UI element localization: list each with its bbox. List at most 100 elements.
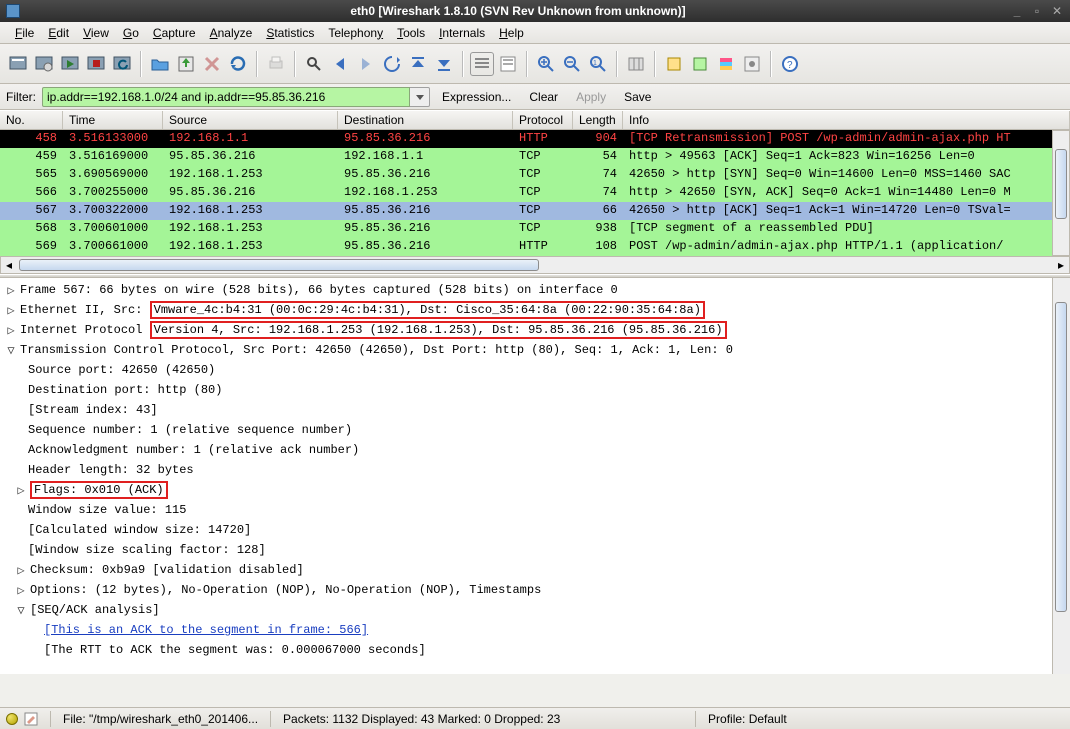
menu-capture[interactable]: Capture bbox=[146, 24, 203, 42]
filter-expression-button[interactable]: Expression... bbox=[436, 90, 517, 104]
filter-apply-button[interactable]: Apply bbox=[570, 90, 612, 104]
tree-tcp[interactable]: Transmission Control Protocol, Src Port:… bbox=[20, 343, 733, 357]
go-to-packet-icon[interactable] bbox=[380, 52, 404, 76]
packet-list-vscroll[interactable] bbox=[1052, 130, 1070, 256]
zoom-out-icon[interactable] bbox=[560, 52, 584, 76]
list-interfaces-icon[interactable] bbox=[6, 52, 30, 76]
col-info[interactable]: Info bbox=[623, 111, 1070, 129]
tree-seqack-link[interactable]: [This is an ACK to the segment in frame:… bbox=[44, 623, 368, 637]
start-capture-icon[interactable] bbox=[58, 52, 82, 76]
filter-clear-button[interactable]: Clear bbox=[523, 90, 564, 104]
resize-columns-icon[interactable] bbox=[624, 52, 648, 76]
toolbar-separator bbox=[654, 51, 656, 77]
col-len[interactable]: Length bbox=[573, 111, 623, 129]
col-proto[interactable]: Protocol bbox=[513, 111, 573, 129]
help-icon[interactable]: ? bbox=[778, 52, 802, 76]
menu-tools[interactable]: Tools bbox=[390, 24, 432, 42]
menu-analyze[interactable]: Analyze bbox=[203, 24, 260, 42]
open-file-icon[interactable] bbox=[148, 52, 172, 76]
zoom-in-icon[interactable] bbox=[534, 52, 558, 76]
packet-row[interactable]: 5653.690569000192.168.1.25395.85.36.216T… bbox=[0, 166, 1070, 184]
toolbar-separator bbox=[526, 51, 528, 77]
menu-statistics[interactable]: Statistics bbox=[259, 24, 321, 42]
go-last-icon[interactable] bbox=[432, 52, 456, 76]
menu-file[interactable]: File bbox=[8, 24, 41, 42]
toolbar-separator bbox=[256, 51, 258, 77]
status-counts: Packets: 1132 Displayed: 43 Marked: 0 Dr… bbox=[283, 712, 683, 726]
tree-checksum[interactable]: Checksum: 0xb9a9 [validation disabled] bbox=[30, 563, 304, 577]
col-dst[interactable]: Destination bbox=[338, 111, 513, 129]
tree-seqack[interactable]: [SEQ/ACK analysis] bbox=[30, 603, 160, 617]
capture-filters-icon[interactable] bbox=[662, 52, 686, 76]
menu-go[interactable]: Go bbox=[116, 24, 146, 42]
col-src[interactable]: Source bbox=[163, 111, 338, 129]
tree-srcport[interactable]: Source port: 42650 (42650) bbox=[28, 363, 215, 377]
print-icon[interactable] bbox=[264, 52, 288, 76]
packet-row[interactable]: 5673.700322000192.168.1.25395.85.36.216T… bbox=[0, 202, 1070, 220]
restart-capture-icon[interactable] bbox=[110, 52, 134, 76]
status-profile[interactable]: Profile: Default bbox=[708, 712, 787, 726]
tree-scale[interactable]: [Window size scaling factor: 128] bbox=[28, 543, 266, 557]
tree-frame[interactable]: Frame 567: 66 bytes on wire (528 bits), … bbox=[20, 283, 618, 297]
tree-calc-window[interactable]: [Calculated window size: 14720] bbox=[28, 523, 251, 537]
maximize-button[interactable]: ▫ bbox=[1030, 4, 1044, 18]
filter-bar: Filter: Expression... Clear Apply Save bbox=[0, 84, 1070, 110]
toolbar: 1 ? bbox=[0, 44, 1070, 84]
svg-text:1: 1 bbox=[593, 60, 597, 67]
tree-dstport[interactable]: Destination port: http (80) bbox=[28, 383, 222, 397]
col-time[interactable]: Time bbox=[63, 111, 163, 129]
packet-row[interactable]: 5683.700601000192.168.1.25395.85.36.216T… bbox=[0, 220, 1070, 238]
capture-options-icon[interactable] bbox=[32, 52, 56, 76]
zoom-reset-icon[interactable]: 1 bbox=[586, 52, 610, 76]
status-file: File: "/tmp/wireshark_eth0_201406... bbox=[63, 712, 258, 726]
expert-info-icon[interactable] bbox=[6, 713, 18, 725]
preferences-icon[interactable] bbox=[740, 52, 764, 76]
details-vscroll[interactable] bbox=[1052, 278, 1070, 674]
packet-list-hscroll[interactable]: ◂▸ bbox=[0, 256, 1070, 274]
tree-ack[interactable]: Acknowledgment number: 1 (relative ack n… bbox=[28, 443, 359, 457]
tree-options[interactable]: Options: (12 bytes), No-Operation (NOP),… bbox=[30, 583, 541, 597]
packet-list[interactable]: 4583.516133000192.168.1.195.85.36.216HTT… bbox=[0, 130, 1070, 256]
edit-icon[interactable] bbox=[24, 712, 38, 726]
packet-row[interactable]: 4583.516133000192.168.1.195.85.36.216HTT… bbox=[0, 130, 1070, 148]
colorize-icon[interactable] bbox=[470, 52, 494, 76]
wireshark-app-icon bbox=[6, 4, 20, 18]
reload-icon[interactable] bbox=[226, 52, 250, 76]
save-file-icon[interactable] bbox=[174, 52, 198, 76]
menu-edit[interactable]: Edit bbox=[41, 24, 76, 42]
minimize-button[interactable]: _ bbox=[1010, 4, 1024, 18]
tree-ip[interactable]: Internet Protocol Version 4, Src: 192.16… bbox=[20, 323, 727, 337]
coloring-rules-icon[interactable] bbox=[714, 52, 738, 76]
stop-capture-icon[interactable] bbox=[84, 52, 108, 76]
auto-scroll-icon[interactable] bbox=[496, 52, 520, 76]
close-file-icon[interactable] bbox=[200, 52, 224, 76]
display-filters-icon[interactable] bbox=[688, 52, 712, 76]
menu-bar: File Edit View Go Capture Analyze Statis… bbox=[0, 22, 1070, 44]
tree-flags[interactable]: Flags: 0x010 (ACK) bbox=[30, 481, 168, 499]
toolbar-separator bbox=[294, 51, 296, 77]
tree-rtt[interactable]: [The RTT to ACK the segment was: 0.00006… bbox=[44, 643, 426, 657]
toolbar-separator bbox=[140, 51, 142, 77]
tree-seq[interactable]: Sequence number: 1 (relative sequence nu… bbox=[28, 423, 352, 437]
go-first-icon[interactable] bbox=[406, 52, 430, 76]
tree-stream-index[interactable]: [Stream index: 43] bbox=[28, 403, 158, 417]
close-button[interactable]: ✕ bbox=[1050, 4, 1064, 18]
filter-input[interactable] bbox=[42, 87, 410, 107]
go-back-icon[interactable] bbox=[328, 52, 352, 76]
menu-help[interactable]: Help bbox=[492, 24, 531, 42]
go-forward-icon[interactable] bbox=[354, 52, 378, 76]
packet-row[interactable]: 5663.70025500095.85.36.216192.168.1.253T… bbox=[0, 184, 1070, 202]
filter-save-button[interactable]: Save bbox=[618, 90, 657, 104]
col-no[interactable]: No. bbox=[0, 111, 63, 129]
packet-row[interactable]: 5693.700661000192.168.1.25395.85.36.216H… bbox=[0, 238, 1070, 256]
filter-dropdown[interactable] bbox=[410, 87, 430, 107]
menu-view[interactable]: View bbox=[76, 24, 116, 42]
tree-hdrlen[interactable]: Header length: 32 bytes bbox=[28, 463, 194, 477]
menu-telephony[interactable]: Telephony bbox=[321, 24, 390, 42]
tree-window[interactable]: Window size value: 115 bbox=[28, 503, 186, 517]
packet-row[interactable]: 4593.51616900095.85.36.216192.168.1.1TCP… bbox=[0, 148, 1070, 166]
packet-details-pane[interactable]: ▷Frame 567: 66 bytes on wire (528 bits),… bbox=[0, 278, 1070, 674]
menu-internals[interactable]: Internals bbox=[432, 24, 492, 42]
tree-ethernet[interactable]: Ethernet II, Src: Vmware_4c:b4:31 (00:0c… bbox=[20, 303, 705, 317]
find-icon[interactable] bbox=[302, 52, 326, 76]
